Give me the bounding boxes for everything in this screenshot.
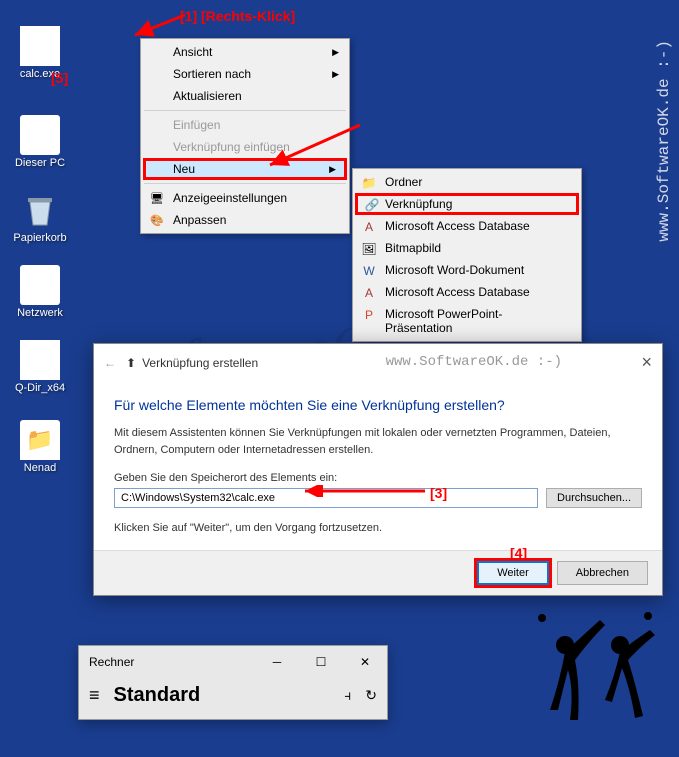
cancel-button[interactable]: Abbrechen [557,561,648,585]
desktop-icon-bin[interactable]: Papierkorb [5,190,75,244]
shortcut-icon: 🔗 [364,197,380,213]
calc-icon: 🖩 [20,26,60,66]
menu-personalize[interactable]: 🎨Anpassen [143,209,347,231]
browse-button[interactable]: Durchsuchen... [546,488,642,508]
menu-button[interactable]: ≡ [89,685,100,706]
calc-title: Rechner [79,655,255,669]
access-icon: A [361,219,377,235]
recycle-bin-icon [20,190,60,230]
desktop-icon-label: Dieser PC [5,157,75,169]
wizard-hint: Klicken Sie auf "Weiter", um den Vorgang… [114,522,642,534]
desktop-icon-label: Q-Dir_x64 [5,382,75,394]
side-watermark: www.SoftwareOK.de :-) [655,40,673,242]
new-submenu: 📁Ordner 🔗Verknüpfung AMicrosoft Access D… [352,168,582,342]
desktop-icon-label: Papierkorb [5,232,75,244]
arrow-icon [130,10,190,40]
access-icon: A [361,285,377,301]
desktop-icon-label: Netzwerk [5,307,75,319]
calc-titlebar: Rechner ─ ☐ ✕ [79,646,387,678]
personalize-icon: 🎨 [149,212,165,228]
close-button[interactable]: ✕ [343,646,387,678]
menu-separator [144,110,346,111]
qdir-icon: ▦ [20,340,60,380]
menu-separator [144,183,346,184]
wizard-title: Verknüpfung erstellen [142,356,258,370]
folder-icon: 📁 [361,175,377,191]
chevron-right-icon: ▶ [332,69,339,80]
submenu-shortcut[interactable]: 🔗Verknüpfung [355,193,579,215]
desktop-icon-network[interactable]: 🖧 Netzwerk [5,265,75,319]
desktop-context-menu: Ansicht▶ Sortieren nach▶ Aktualisieren E… [140,38,350,234]
display-icon: 🖥 [149,190,165,206]
annotation-1: [1] [Rechts-Klick] [180,8,295,24]
menu-view[interactable]: Ansicht▶ [143,41,347,63]
location-input[interactable] [114,488,538,508]
wizard-desc: Mit diesem Assistenten können Sie Verknü… [114,425,642,458]
wizard-title-bar: ← ⬆ Verknüpfung erstellen × [94,344,662,381]
shortcut-icon: ⬆ [126,356,136,370]
submenu-word[interactable]: WMicrosoft Word-Dokument [355,259,579,281]
wizard-heading: Für welche Elemente möchten Sie eine Ver… [114,397,642,413]
desktop-icon-user[interactable]: 📁 Nenad [5,420,75,474]
create-shortcut-wizard: ← ⬆ Verknüpfung erstellen × www.Software… [93,343,663,596]
submenu-bitmap[interactable]: 🖼Bitmapbild [355,237,579,259]
pc-icon: 🖥 [20,115,60,155]
back-icon[interactable]: ← [104,356,116,370]
submenu-folder[interactable]: 📁Ordner [355,171,579,193]
maximize-button[interactable]: ☐ [299,646,343,678]
wizard-button-bar: Weiter Abbrechen [94,550,662,595]
desktop-icon-calc[interactable]: 🖩 calc.exe [5,26,75,80]
submenu-ppt[interactable]: PMicrosoft PowerPoint-Präsentation [355,303,579,339]
watermark: www.SoftwareOK.de :-) [386,354,562,370]
calculator-window: Rechner ─ ☐ ✕ ≡ Standard ⫞ ↻ [78,645,388,720]
menu-new[interactable]: Neu▶ [143,158,347,180]
bitmap-icon: 🖼 [361,241,377,257]
word-icon: W [361,263,377,279]
desktop-icon-label: calc.exe [5,68,75,80]
keep-on-top-button[interactable]: ⫞ [344,687,351,704]
menu-paste-link: Verknüpfung einfügen [143,136,347,158]
menu-paste: Einfügen [143,114,347,136]
network-icon: 🖧 [20,265,60,305]
submenu-access[interactable]: AMicrosoft Access Database [355,215,579,237]
calc-mode: Standard [114,684,331,707]
minimize-button[interactable]: ─ [255,646,299,678]
chevron-right-icon: ▶ [329,164,336,175]
desktop-icon-qdir[interactable]: ▦ Q-Dir_x64 [5,340,75,394]
close-button[interactable]: × [641,352,652,373]
history-button[interactable]: ↻ [365,687,377,704]
powerpoint-icon: P [361,307,377,323]
next-button[interactable]: Weiter [477,561,549,585]
desktop-icon-pc[interactable]: 🖥 Dieser PC [5,115,75,169]
menu-refresh[interactable]: Aktualisieren [143,85,347,107]
chevron-right-icon: ▶ [332,47,339,58]
folder-icon: 📁 [20,420,60,460]
menu-display-settings[interactable]: 🖥Anzeigeeinstellungen [143,187,347,209]
dancers-silhouette [520,610,670,750]
desktop-icon-label: Nenad [5,462,75,474]
submenu-access2[interactable]: AMicrosoft Access Database [355,281,579,303]
menu-sort[interactable]: Sortieren nach▶ [143,63,347,85]
wizard-field-label: Geben Sie den Speicherort des Elements e… [114,472,642,484]
